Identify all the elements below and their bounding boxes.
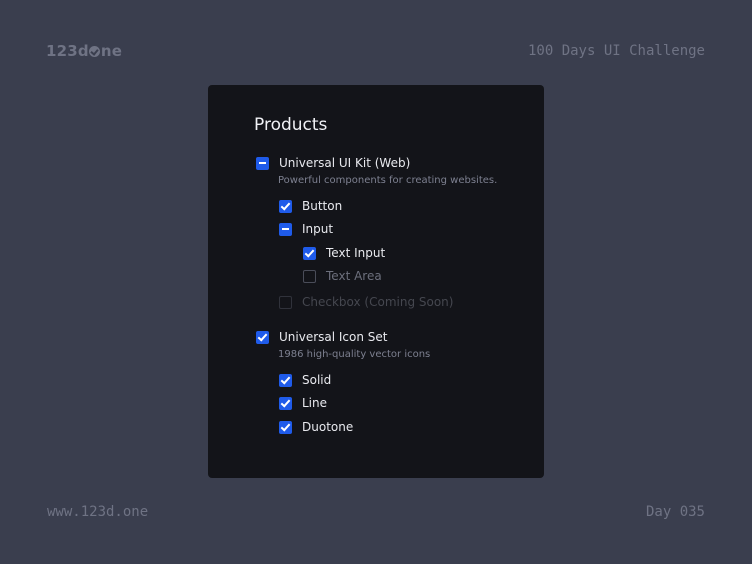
checkbox-mixed-icon[interactable] bbox=[256, 156, 269, 170]
checkbox-label: Duotone bbox=[302, 420, 354, 434]
checkbox-label: Solid bbox=[302, 373, 332, 387]
checkbox-checked-icon[interactable] bbox=[279, 373, 292, 387]
checkbox-line[interactable]: Line bbox=[279, 395, 327, 411]
checkbox-checked-icon[interactable] bbox=[279, 199, 292, 213]
checkbox-universal-icon-set[interactable]: Universal Icon Set bbox=[256, 329, 388, 345]
checkbox-label: Button bbox=[302, 199, 343, 213]
checkbox-mixed-icon[interactable] bbox=[279, 222, 292, 236]
checkbox-solid[interactable]: Solid bbox=[279, 372, 331, 388]
products-card: Products Universal UI Kit (Web) Powerful… bbox=[208, 85, 544, 478]
challenge-title: 100 Days UI Challenge bbox=[527, 43, 705, 59]
checkbox-text-area[interactable]: Text Area bbox=[303, 268, 382, 284]
ui-kit-description: Powerful components for creating website… bbox=[278, 175, 498, 186]
checkbox-checked-icon[interactable] bbox=[279, 420, 292, 434]
checkbox-label: Text Input bbox=[326, 246, 386, 260]
checkbox-checked-icon[interactable] bbox=[256, 330, 269, 344]
checkbox-coming-soon: Checkbox (Coming Soon) bbox=[279, 294, 453, 310]
checkbox-universal-ui-kit[interactable]: Universal UI Kit (Web) bbox=[256, 155, 410, 171]
checkbox-checked-icon[interactable] bbox=[279, 396, 292, 410]
checkbox-label: Line bbox=[302, 396, 328, 410]
website-url: www.123d.one bbox=[47, 504, 149, 520]
checkbox-button[interactable]: Button bbox=[279, 198, 342, 214]
checkbox-label: Checkbox (Coming Soon) bbox=[302, 295, 454, 309]
icon-set-description: 1986 high-quality vector icons bbox=[278, 349, 431, 360]
checkbox-label: Universal UI Kit (Web) bbox=[279, 156, 411, 170]
checkbox-input[interactable]: Input bbox=[279, 221, 333, 237]
checkbox-label: Input bbox=[302, 222, 334, 236]
checkbox-label: Text Area bbox=[326, 269, 382, 283]
checkbox-disabled-icon bbox=[279, 295, 292, 309]
checkbox-duotone[interactable]: Duotone bbox=[279, 419, 353, 435]
day-number: Day 035 bbox=[645, 504, 705, 520]
card-title: Products bbox=[254, 115, 328, 135]
checkbox-unchecked-icon[interactable] bbox=[303, 269, 316, 283]
checkbox-label: Universal Icon Set bbox=[279, 330, 388, 344]
brand-logo: 123d ne bbox=[46, 42, 123, 60]
check-circle-icon bbox=[89, 46, 101, 57]
checkbox-text-input[interactable]: Text Input bbox=[303, 245, 385, 261]
checkbox-checked-icon[interactable] bbox=[303, 246, 316, 260]
